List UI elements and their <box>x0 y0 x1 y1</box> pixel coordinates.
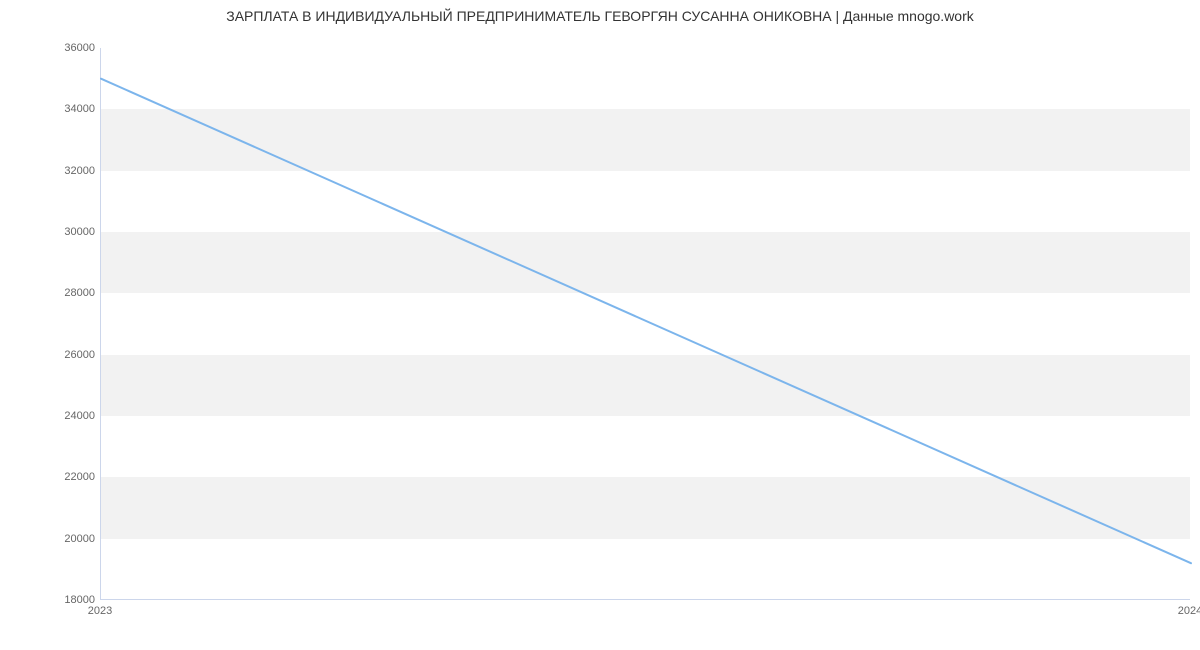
y-tick-label: 26000 <box>0 349 95 361</box>
line-series-layer <box>101 48 1190 599</box>
y-tick-label: 18000 <box>0 594 95 606</box>
line-series <box>101 79 1191 564</box>
y-tick-label: 24000 <box>0 410 95 422</box>
plot-area <box>100 48 1190 600</box>
y-tick-label: 20000 <box>0 533 95 545</box>
chart-title: ЗАРПЛАТА В ИНДИВИДУАЛЬНЫЙ ПРЕДПРИНИМАТЕЛ… <box>0 8 1200 24</box>
chart-container: ЗАРПЛАТА В ИНДИВИДУАЛЬНЫЙ ПРЕДПРИНИМАТЕЛ… <box>0 0 1200 650</box>
y-tick-label: 22000 <box>0 471 95 483</box>
y-tick-label: 36000 <box>0 42 95 54</box>
y-tick-label: 30000 <box>0 226 95 238</box>
y-tick-label: 32000 <box>0 165 95 177</box>
y-tick-label: 34000 <box>0 103 95 115</box>
x-tick-label: 2023 <box>88 605 112 617</box>
x-tick-label: 2024 <box>1178 605 1200 617</box>
y-tick-label: 28000 <box>0 287 95 299</box>
